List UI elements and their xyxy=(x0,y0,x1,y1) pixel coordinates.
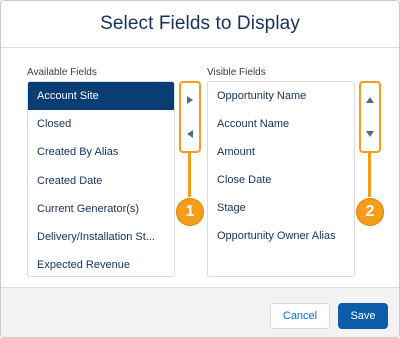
callout-badge-1: 1 xyxy=(176,198,204,226)
callout-connector-2 xyxy=(368,153,371,197)
chevron-right-icon xyxy=(187,96,193,104)
visible-option-opportunity-name[interactable]: Opportunity Name xyxy=(208,82,354,110)
reorder-buttons-group xyxy=(359,81,381,153)
callout-connector-1 xyxy=(188,153,191,197)
visible-fields-listbox[interactable]: Opportunity Name Account Name Amount Clo… xyxy=(207,81,355,277)
chevron-down-icon xyxy=(366,131,374,137)
select-fields-modal: Select Fields to Display Available Field… xyxy=(0,0,400,338)
visible-option-stage[interactable]: Stage xyxy=(208,194,354,222)
available-option-created-by-alias[interactable]: Created By Alias xyxy=(28,138,174,166)
move-to-available-button[interactable] xyxy=(181,117,199,151)
modal-footer: Cancel Save xyxy=(1,287,399,337)
available-option-expected-revenue[interactable]: Expected Revenue xyxy=(28,251,174,276)
available-option-created-date[interactable]: Created Date xyxy=(28,167,174,195)
visible-fields-label: Visible Fields xyxy=(207,67,266,78)
visible-option-amount[interactable]: Amount xyxy=(208,138,354,166)
modal-title: Select Fields to Display xyxy=(100,13,300,34)
move-buttons-group xyxy=(179,81,201,153)
available-option-current-generators[interactable]: Current Generator(s) xyxy=(28,195,174,223)
visible-option-account-name[interactable]: Account Name xyxy=(208,110,354,138)
available-fields-label: Available Fields xyxy=(27,67,97,78)
move-to-visible-button[interactable] xyxy=(181,83,199,117)
visible-option-opportunity-owner-alias[interactable]: Opportunity Owner Alias xyxy=(208,222,354,250)
move-up-button[interactable] xyxy=(361,83,379,117)
available-option-closed[interactable]: Closed xyxy=(28,110,174,138)
available-option-account-site[interactable]: Account Site xyxy=(28,82,174,111)
chevron-left-icon xyxy=(187,130,193,138)
chevron-up-icon xyxy=(366,97,374,103)
modal-header: Select Fields to Display xyxy=(1,1,399,48)
cancel-button[interactable]: Cancel xyxy=(270,303,330,329)
available-fields-listbox[interactable]: Account Site Closed Created By Alias Cre… xyxy=(27,81,175,277)
save-button[interactable]: Save xyxy=(338,303,388,329)
available-option-delivery-installation[interactable]: Delivery/Installation St... xyxy=(28,223,174,251)
callout-badge-2: 2 xyxy=(356,198,384,226)
move-down-button[interactable] xyxy=(361,117,379,151)
visible-option-close-date[interactable]: Close Date xyxy=(208,166,354,194)
